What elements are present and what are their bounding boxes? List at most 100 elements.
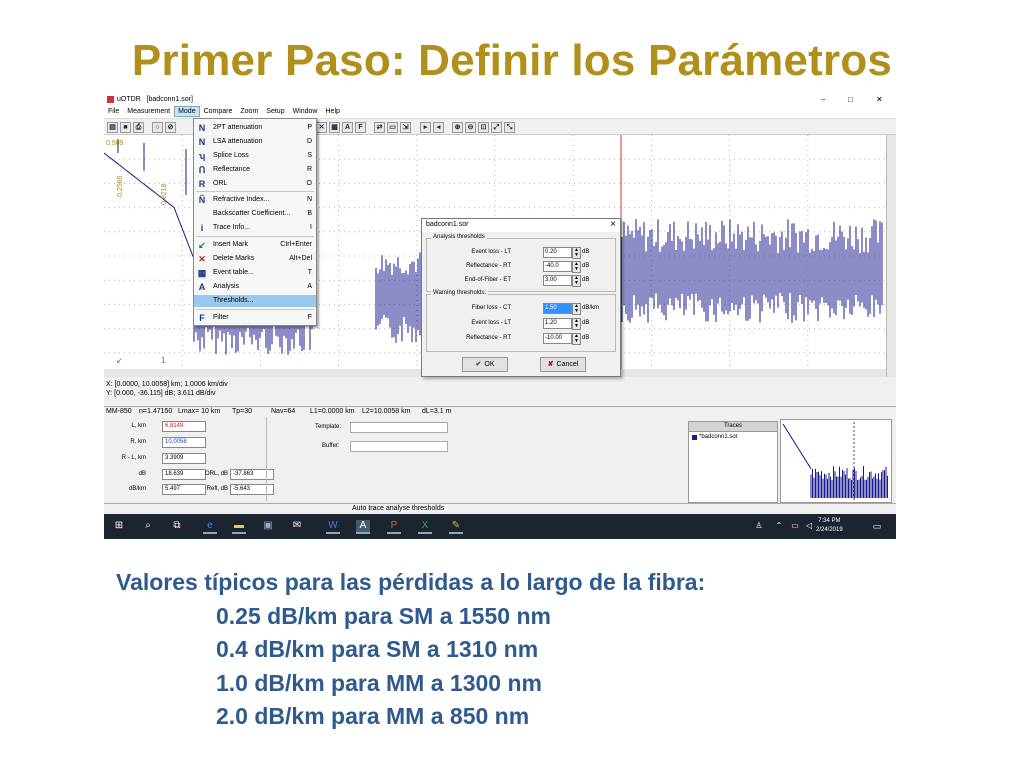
edge-browser-icon[interactable]: e: [203, 520, 217, 534]
menu-help[interactable]: Help: [322, 106, 344, 117]
app-name: uOTDR: [117, 96, 141, 103]
menu-item-backscatter[interactable]: Backscatter Coefficient... B: [194, 208, 316, 220]
minimize-button[interactable]: –: [821, 95, 825, 104]
paint-icon[interactable]: ✎: [449, 520, 463, 534]
marker-label: 0.509: [106, 140, 124, 147]
excel-icon[interactable]: X: [418, 520, 432, 534]
label-r-km: R, km: [130, 439, 146, 445]
export-icon[interactable]: ⇲: [400, 122, 411, 133]
menu-item-2pt-attenuation[interactable]: N 2PT attenuation P: [194, 122, 316, 134]
record-icon[interactable]: ○: [152, 122, 163, 133]
menu-item-lsa-attenuation[interactable]: N LSA attenuation D: [194, 136, 316, 148]
task-view-icon[interactable]: ⧉: [170, 520, 184, 532]
menu-file[interactable]: File: [104, 106, 123, 117]
action-center-icon[interactable]: ▭: [870, 520, 884, 532]
spinner-icon[interactable]: ▲ ▼: [572, 275, 581, 287]
menu-mode[interactable]: Mode: [174, 106, 200, 117]
store-icon[interactable]: ▣: [261, 520, 275, 532]
menu-item-delete-marks[interactable]: ✕ Delete Marks Alt+Del: [194, 253, 316, 265]
template-field[interactable]: [350, 422, 448, 433]
checkmark-icon: ✔: [475, 361, 482, 368]
field-label: Event loss - LT: [471, 320, 511, 326]
delete-marks-tool-icon[interactable]: ✕: [316, 122, 327, 133]
volume-icon[interactable]: ◁: [802, 520, 816, 532]
spinner-icon[interactable]: ▲ ▼: [572, 318, 581, 330]
uotdr-taskbar-icon[interactable]: A: [356, 520, 370, 534]
menu-setup[interactable]: Setup: [262, 106, 288, 117]
spinner-icon[interactable]: ▲ ▼: [572, 333, 581, 345]
dialog-titlebar: badconn1.sor ×: [422, 219, 620, 232]
trace-list-item[interactable]: *badconn1.sor: [692, 434, 777, 440]
ok-button[interactable]: ✔ OK: [462, 357, 508, 372]
menu-item-reflectance[interactable]: Ո Reflectance R: [194, 164, 316, 176]
mark-a-icon[interactable]: ▸: [420, 122, 431, 133]
warning-reflectance-input[interactable]: -10.00: [543, 333, 572, 344]
menu-item-refractive-index[interactable]: Ñ Refractive Index... N: [194, 194, 316, 206]
people-icon[interactable]: ♙: [752, 520, 766, 532]
buffer-field[interactable]: [350, 441, 448, 452]
menu-item-orl[interactable]: R ORL O: [194, 178, 316, 190]
value-refl: -5.643: [230, 484, 274, 495]
menu-item-event-table[interactable]: ▦ Event table... T: [194, 267, 316, 279]
cancel-button[interactable]: ✘ Cancel: [540, 357, 586, 372]
menu-compare[interactable]: Compare: [200, 106, 237, 117]
save-icon[interactable]: ■: [120, 122, 131, 133]
splice-icon: ʮ: [198, 151, 206, 161]
word-icon[interactable]: W: [326, 520, 340, 534]
y-range-readout: Y: [0.000, -36.115] dB; 3.611 dB/div: [106, 390, 216, 397]
menu-item-thresholds[interactable]: Thresholds...: [194, 295, 316, 307]
stop-icon[interactable]: ⊘: [165, 122, 176, 133]
open-icon[interactable]: ▤: [107, 122, 118, 133]
trace-list-icon[interactable]: ▦: [329, 122, 340, 133]
menu-item-insert-mark[interactable]: ↙ Insert Mark Ctrl+Enter: [194, 239, 316, 251]
trace-item-label: *badconn1.sor: [699, 434, 738, 440]
compare-icon[interactable]: ⇄: [374, 122, 385, 133]
file-explorer-icon[interactable]: ▬: [232, 520, 246, 534]
vertical-scrollbar[interactable]: [886, 135, 896, 377]
warning-event-loss-input[interactable]: 1.20: [543, 318, 572, 329]
network-icon[interactable]: ▭: [788, 520, 802, 532]
print-icon[interactable]: ⎙: [133, 122, 144, 133]
filter-tool-icon[interactable]: F: [355, 122, 366, 133]
zoom-in-icon[interactable]: ⊕: [452, 122, 463, 133]
zoom-reset-icon[interactable]: ⤡: [504, 122, 515, 133]
menu-window[interactable]: Window: [289, 106, 322, 117]
spinner-icon[interactable]: ▲ ▼: [572, 247, 581, 259]
event-loss-lt-input[interactable]: 0.20: [543, 247, 572, 258]
menu-item-shortcut: N: [306, 196, 312, 203]
trace-overview-thumbnail[interactable]: [780, 419, 892, 503]
menu-zoom[interactable]: Zoom: [236, 106, 262, 117]
menu-item-analysis[interactable]: A Analysis A: [194, 281, 316, 293]
mark-b-icon[interactable]: ◂: [433, 122, 444, 133]
reflectance-icon: Ո: [198, 165, 206, 175]
mail-icon[interactable]: ✉: [290, 520, 304, 532]
search-icon[interactable]: ⌕: [141, 520, 155, 532]
menu-item-filter[interactable]: F Filter F: [194, 312, 316, 324]
zoom-fit-icon[interactable]: ⊡: [478, 122, 489, 133]
notifications-tray-icon[interactable]: ⌃: [772, 520, 786, 532]
menu-item-splice-loss[interactable]: ʮ Splice Loss S: [194, 150, 316, 162]
overlay-icon[interactable]: ▭: [387, 122, 398, 133]
menu-item-label: ORL: [213, 180, 228, 187]
fiber-loss-ct-input[interactable]: 1.50: [543, 303, 572, 314]
spinner-icon[interactable]: ▲ ▼: [572, 303, 581, 315]
reflectance-rt-input[interactable]: -40.0: [543, 261, 572, 272]
zoom-out-icon[interactable]: ⊖: [465, 122, 476, 133]
maximize-button[interactable]: □: [848, 95, 853, 104]
analysis-tool-icon[interactable]: A: [342, 122, 353, 133]
powerpoint-icon[interactable]: P: [387, 520, 401, 534]
analysis-group-label: Analysis thresholds: [431, 234, 487, 240]
close-button[interactable]: ✕: [876, 95, 883, 104]
label-refl: Refl, dB: [206, 486, 228, 492]
zoom-window-icon[interactable]: ⤢: [491, 122, 502, 133]
system-clock[interactable]: 7:34 PM 2/24/2019: [816, 517, 843, 535]
menu-item-shortcut: B: [307, 210, 312, 217]
end-of-fiber-et-input[interactable]: 3.00: [543, 275, 572, 286]
spinner-icon[interactable]: ▲ ▼: [572, 261, 581, 273]
menu-item-trace-info[interactable]: i Trace Info... I: [194, 222, 316, 234]
value-l-km: 6.8149: [162, 421, 206, 432]
loss-notes: Valores típicos para las pérdidas a lo l…: [116, 566, 705, 734]
dialog-close-icon[interactable]: ×: [610, 219, 616, 230]
windows-start-icon[interactable]: ⊞: [112, 520, 126, 532]
menu-measurement[interactable]: Measurement: [123, 106, 174, 117]
